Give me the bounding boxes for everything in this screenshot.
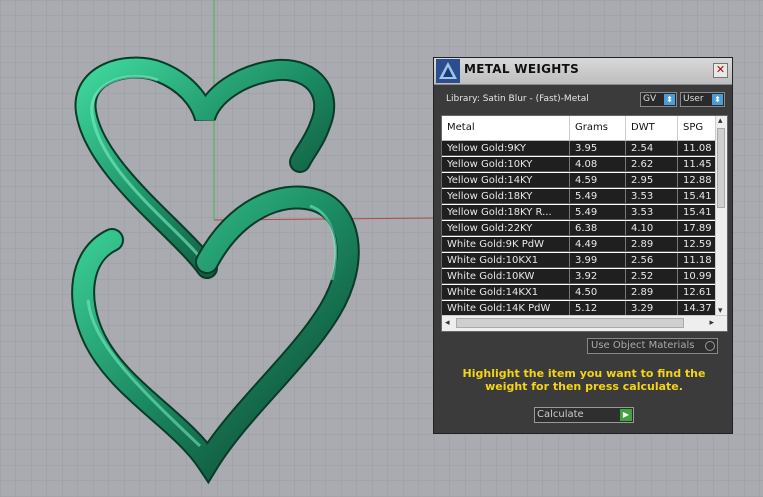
- table-cell-grams: 4.50: [570, 285, 626, 300]
- instructions-text: Highlight the item you want to find the …: [462, 367, 706, 393]
- close-icon: ✕: [715, 63, 726, 76]
- column-header-metal[interactable]: Metal: [442, 116, 570, 140]
- panel-title: METAL WEIGHTS: [464, 62, 580, 76]
- table-row[interactable]: Yellow Gold:14KY 4.59 2.95 12.88: [442, 173, 718, 188]
- table-cell-grams: 3.95: [570, 141, 626, 156]
- table-cell-dwt: 3.53: [626, 189, 678, 204]
- table-cell-grams: 3.92: [570, 269, 626, 284]
- column-header-spg[interactable]: SPG: [678, 116, 718, 140]
- table-cell-grams: 4.08: [570, 157, 626, 172]
- table-cell-dwt: 2.52: [626, 269, 678, 284]
- radio-icon: [705, 341, 715, 351]
- table-cell-grams: 5.49: [570, 205, 626, 220]
- table-cell-metal: White Gold:9K PdW: [442, 237, 570, 252]
- dropdown-arrow-icon: ⬍: [664, 94, 675, 105]
- table-cell-dwt: 3.53: [626, 205, 678, 220]
- table-cell-grams: 6.38: [570, 221, 626, 236]
- table-cell-metal: Yellow Gold:22KY: [442, 221, 570, 236]
- table-cell-metal: Yellow Gold:14KY: [442, 173, 570, 188]
- gv-dropdown-value: GV: [643, 94, 657, 104]
- table-cell-metal: White Gold:10KW: [442, 269, 570, 284]
- table-header: Metal Grams DWT SPG: [442, 116, 727, 141]
- table-row[interactable]: Yellow Gold:18KY R... 5.49 3.53 15.41: [442, 205, 718, 220]
- table-cell-grams: 4.59: [570, 173, 626, 188]
- library-label: Library: Satin Blur - (Fast)-Metal: [446, 94, 589, 104]
- table-row[interactable]: Yellow Gold:22KY 6.38 4.10 17.89: [442, 221, 718, 236]
- calculate-button[interactable]: Calculate ▶: [534, 407, 634, 423]
- table-cell-metal: White Gold:14KX1: [442, 285, 570, 300]
- table-cell-metal: Yellow Gold:10KY: [442, 157, 570, 172]
- column-header-dwt[interactable]: DWT: [626, 116, 678, 140]
- gv-dropdown[interactable]: GV ⬍: [640, 92, 677, 107]
- play-icon: ▶: [620, 409, 632, 421]
- close-button[interactable]: ✕: [713, 63, 728, 78]
- table-cell-metal: Yellow Gold:18KY R...: [442, 205, 570, 220]
- table-cell-spg: 11.08: [678, 141, 718, 156]
- table-cell-spg: 11.18: [678, 253, 718, 268]
- table-row[interactable]: White Gold:10KX1 3.99 2.56 11.18: [442, 253, 718, 268]
- table-row[interactable]: Yellow Gold:10KY 4.08 2.62 11.45: [442, 157, 718, 172]
- horizontal-scrollbar[interactable]: ◂ ▸: [442, 315, 727, 331]
- table-cell-metal: White Gold:10KX1: [442, 253, 570, 268]
- horizontal-scroll-thumb[interactable]: [456, 318, 684, 328]
- table-cell-spg: 15.41: [678, 189, 718, 204]
- user-dropdown-value: User: [683, 94, 704, 104]
- table-row[interactable]: White Gold:10KW 3.92 2.52 10.99: [442, 269, 718, 284]
- table-cell-dwt: 2.56: [626, 253, 678, 268]
- calculate-label: Calculate: [537, 409, 584, 420]
- table-cell-grams: 4.49: [570, 237, 626, 252]
- table-row[interactable]: Yellow Gold:18KY 5.49 3.53 15.41: [442, 189, 718, 204]
- table-cell-grams: 3.99: [570, 253, 626, 268]
- metal-weights-panel: METAL WEIGHTS ✕ Library: Satin Blur - (F…: [433, 57, 733, 434]
- table-cell-metal: Yellow Gold:9KY: [442, 141, 570, 156]
- table-cell-spg: 14.37: [678, 301, 718, 316]
- table-cell-dwt: 2.89: [626, 285, 678, 300]
- table-cell-dwt: 2.62: [626, 157, 678, 172]
- table-cell-grams: 5.49: [570, 189, 626, 204]
- column-header-grams[interactable]: Grams: [570, 116, 626, 140]
- table-cell-metal: Yellow Gold:18KY: [442, 189, 570, 204]
- table-row[interactable]: White Gold:9K PdW 4.49 2.89 12.59: [442, 237, 718, 252]
- table-cell-dwt: 2.89: [626, 237, 678, 252]
- user-dropdown[interactable]: User ⬍: [680, 92, 725, 107]
- table-cell-dwt: 3.29: [626, 301, 678, 316]
- table-cell-spg: 12.88: [678, 173, 718, 188]
- vertical-scroll-thumb[interactable]: [717, 128, 725, 208]
- app-logo-icon: [436, 59, 460, 83]
- use-object-materials-toggle[interactable]: Use Object Materials: [587, 338, 718, 354]
- table-cell-grams: 5.12: [570, 301, 626, 316]
- table-cell-dwt: 2.54: [626, 141, 678, 156]
- table-cell-spg: 11.45: [678, 157, 718, 172]
- table-cell-spg: 15.41: [678, 205, 718, 220]
- table-cell-spg: 12.61: [678, 285, 718, 300]
- table-cell-spg: 17.89: [678, 221, 718, 236]
- table-cell-dwt: 4.10: [626, 221, 678, 236]
- table-cell-metal: White Gold:14K PdW: [442, 301, 570, 316]
- use-object-materials-label: Use Object Materials: [591, 340, 695, 351]
- scroll-left-arrow-icon[interactable]: ◂: [445, 318, 450, 328]
- table-row[interactable]: Yellow Gold:9KY 3.95 2.54 11.08: [442, 141, 718, 156]
- metal-table: Metal Grams DWT SPG Yellow Gold:9KY 3.95 2…: [441, 115, 728, 332]
- panel-titlebar[interactable]: METAL WEIGHTS ✕: [434, 58, 732, 85]
- table-row[interactable]: White Gold:14K PdW 5.12 3.29 14.37: [442, 301, 718, 316]
- table-row[interactable]: White Gold:14KX1 4.50 2.89 12.61: [442, 285, 718, 300]
- table-cell-spg: 10.99: [678, 269, 718, 284]
- dropdown-arrow-icon: ⬍: [712, 94, 723, 105]
- vertical-scrollbar[interactable]: ▴ ▾: [715, 116, 727, 316]
- scroll-right-arrow-icon[interactable]: ▸: [709, 318, 714, 328]
- table-cell-dwt: 2.95: [626, 173, 678, 188]
- table-cell-spg: 12.59: [678, 237, 718, 252]
- scroll-up-arrow-icon[interactable]: ▴: [718, 116, 723, 126]
